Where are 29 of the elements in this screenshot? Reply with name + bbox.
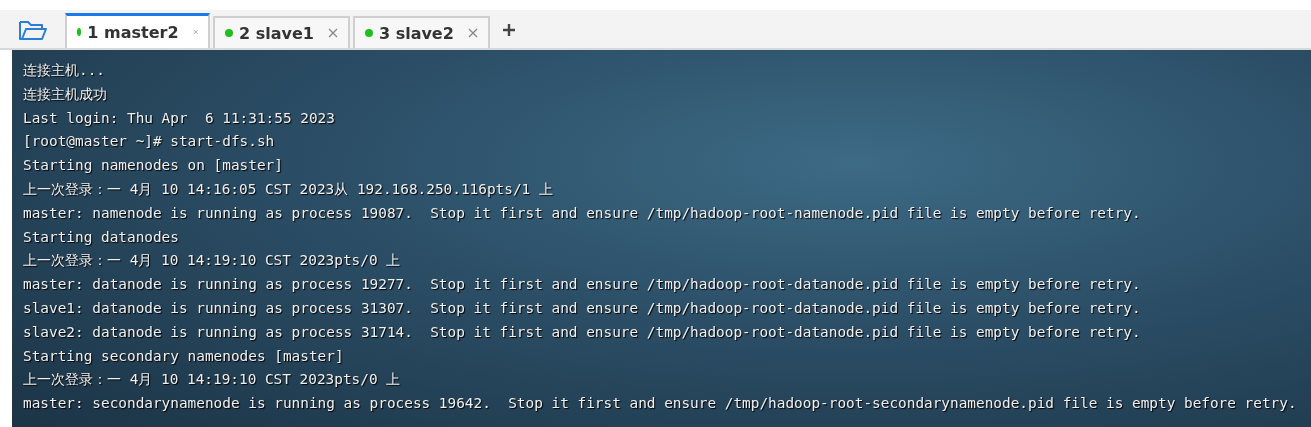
terminal-line: Starting secondary namenodes [master] [23,346,345,366]
status-dot [364,29,373,37]
terminal-line: [root@master ~]# start-dfs.sh [23,132,276,152]
folder-icon[interactable] [18,19,48,41]
terminal-line: 上一次登录：一 4月 10 14:19:10 CST 2023pts/0 上 [23,370,402,390]
terminal-line: Last login: Thu Apr 6 11:31:55 2023 [23,108,336,128]
terminal-line: 连接主机... [23,61,106,80]
terminal-line: 上一次登录：一 4月 10 14:16:05 CST 2023从 192.168.250.116pts/1 上 [23,180,554,199]
terminal-line: Starting datanodes [23,227,180,247]
close-icon[interactable] [192,27,198,37]
close-icon[interactable] [467,28,478,38]
plus-icon[interactable] [502,24,515,36]
tab-label: 2 slave1 [239,23,314,43]
tab[interactable]: 3 slave2 [352,16,490,48]
terminal-line: Starting namenodes on [master] [23,156,284,176]
terminal-line: slave1: datanode is running as process 31307. Stop it first and ensure /tmp/hadoop-root-datanode.pid file is empty before retry. [23,298,1142,318]
terminal-line: slave2: datanode is running as process 31714. Stop it first and ensure /tmp/hadoop-root-datanode.pid file is empty before retry. [23,322,1142,342]
status-dot [225,29,233,37]
terminal-line: master: namenode is running as process 19087. Stop it first and ensure /tmp/hadoop-root-namenode.pid file is empty before retry. [23,203,1142,223]
close-icon[interactable] [327,28,338,38]
tab-label: 3 slave2 [378,23,454,43]
tab[interactable]: 1 master2 [65,13,210,48]
terminal-line: 连接主机成功 [23,84,108,104]
terminal-line: master: datanode is running as process 19277. Stop it first and ensure /tmp/hadoop-root-datanode.pid file is empty before retry. [23,275,1142,295]
terminal-line: 上一次登录：一 4月 10 14:19:10 CST 2023pts/0 上 [23,251,402,271]
terminal-line: master: secondarynamenode is running as process 19642. Stop it first and ensure /tmp/hadoop-root-secondarynamenode.pid file is empty before retry. [23,394,1298,414]
status-dot [77,28,82,36]
tab-label: 1 master2 [87,22,179,42]
tab[interactable]: 2 slave1 [213,16,350,48]
